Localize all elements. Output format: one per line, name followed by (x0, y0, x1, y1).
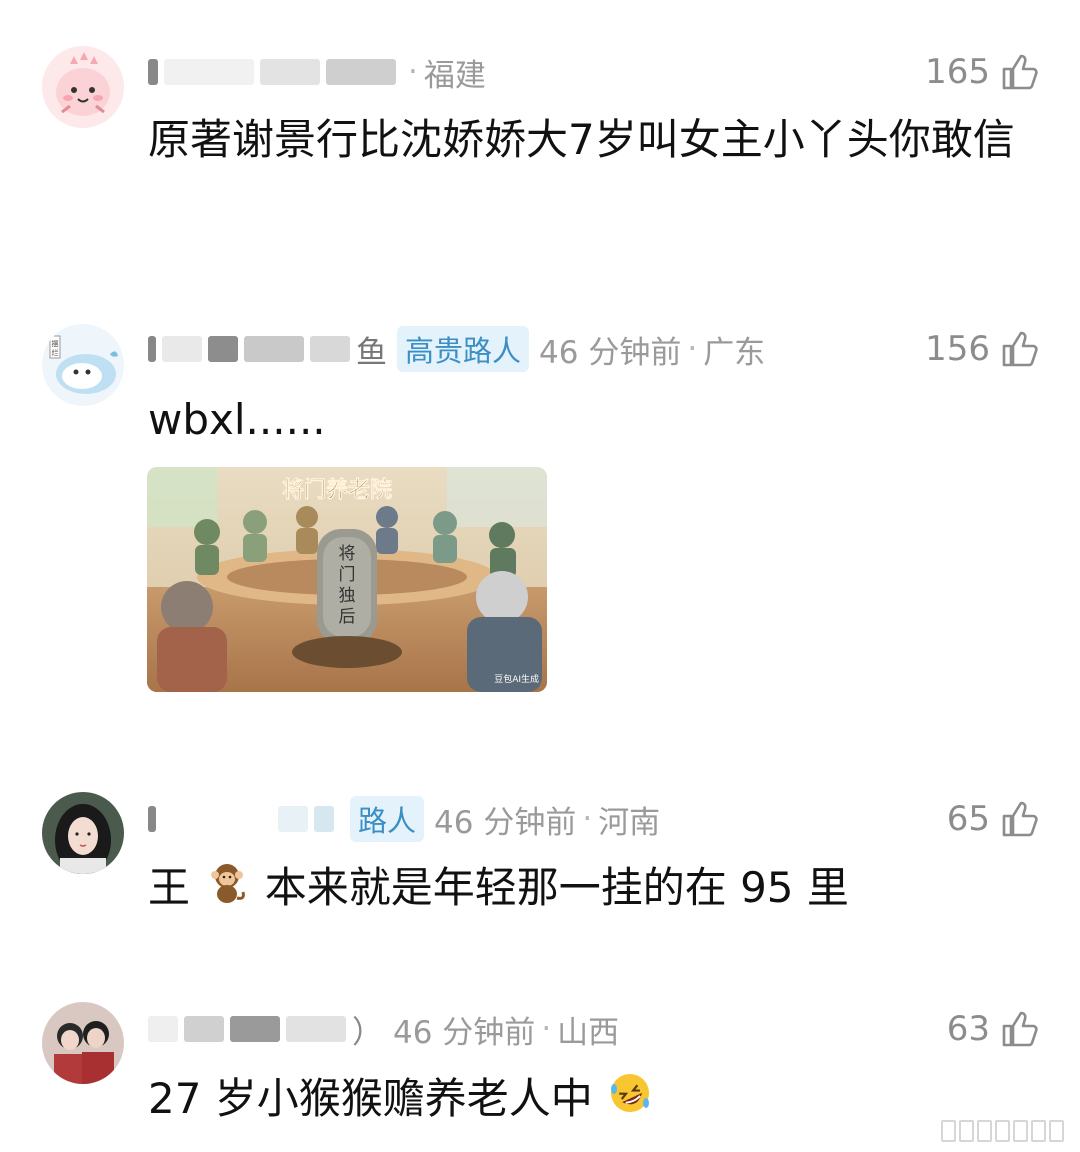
timestamp: 46 分钟前 (539, 334, 682, 371)
rofl-icon (606, 1069, 654, 1135)
blurred-name (230, 1016, 280, 1042)
avatar-image (42, 1002, 124, 1084)
blurred-name (326, 59, 396, 85)
monkey-icon (203, 858, 251, 924)
separator-dot: · (541, 1011, 552, 1047)
comment-meta: 鱼 高贵路人 46 分钟前 · 广东 (148, 326, 766, 372)
svg-text:烂: 烂 (52, 348, 59, 357)
username[interactable] (148, 806, 340, 832)
separator-dot: · (408, 54, 418, 90)
username[interactable]: 鱼 (148, 327, 387, 372)
username[interactable] (148, 59, 402, 85)
avatar-image: 摆 烂 (42, 324, 124, 406)
like-button[interactable]: 65 (947, 797, 1040, 841)
like-button[interactable]: 165 (925, 50, 1040, 94)
image-title: 将门养老院 (282, 477, 392, 503)
comment-meta: · 福建 (148, 50, 486, 94)
like-count: 65 (946, 799, 990, 839)
blurred-name (244, 336, 304, 362)
like-button[interactable]: 156 (925, 327, 1040, 371)
location: 广东 (703, 334, 766, 371)
text-before-emoji: 王 (148, 863, 191, 912)
watermark-logo (941, 1120, 1064, 1142)
avatar-couple-photo[interactable] (42, 1002, 124, 1084)
blurred-name (278, 806, 308, 832)
blurred-name (260, 59, 320, 85)
separator-dot: · (582, 801, 593, 837)
like-count: 156 (925, 329, 990, 369)
thumbs-up-icon (1002, 54, 1038, 90)
like-count: 63 (946, 1009, 990, 1049)
stone-char: 将 (339, 544, 356, 564)
comment-meta: ） 46 分钟前 · 山西 (148, 1007, 619, 1051)
blurred-name (148, 1016, 178, 1042)
thumbs-up-icon (1002, 331, 1038, 367)
blurred-name (286, 1016, 346, 1042)
blurred-name (148, 59, 158, 85)
avatar-image (42, 46, 124, 128)
avatar-girl-photo[interactable] (42, 792, 124, 874)
comment-text: 27 岁小猴猴赡养老人中 (148, 1067, 1028, 1135)
like-count: 165 (925, 52, 990, 92)
user-badge: 路人 (350, 796, 425, 842)
location: 山西 (557, 1014, 620, 1051)
avatar-blue-fish[interactable]: 摆 烂 (42, 324, 124, 406)
blurred-name (208, 336, 238, 362)
blurred-name (310, 336, 350, 362)
blurred-name (314, 806, 334, 832)
username-visible: ） (352, 1014, 383, 1051)
comment-meta: 路人 46 分钟前 · 河南 (148, 796, 661, 842)
location: 福建 (423, 57, 486, 94)
separator-dot: · (687, 331, 698, 367)
blurred-name (164, 59, 254, 85)
comment-text: wbxl...... (148, 395, 326, 444)
svg-text:摆: 摆 (52, 339, 59, 348)
comment-text-content: 27 岁小猴猴赡养老人中 (148, 1074, 593, 1123)
username[interactable]: ） (148, 1007, 383, 1052)
blurred-name (148, 336, 156, 362)
location: 河南 (598, 804, 661, 841)
timestamp: 46 分钟前 (393, 1014, 536, 1051)
stone-char: 独 (339, 586, 356, 606)
avatar-image (42, 792, 124, 874)
comment-text: 王 本来就是年轻那一挂的在 95 里 (148, 856, 1028, 924)
user-badge: 高贵路人 (397, 326, 530, 372)
blurred-name (162, 806, 272, 832)
stone-char: 后 (339, 607, 356, 627)
blurred-name (184, 1016, 224, 1042)
username-visible: 鱼 (356, 334, 387, 371)
ai-watermark: 豆包AI生成 (494, 673, 539, 685)
like-button[interactable]: 63 (947, 1007, 1040, 1051)
nursing-home-illustration: 将 门 独 后 将门养老院 豆包AI生成 (147, 467, 547, 692)
blurred-name (162, 336, 202, 362)
avatar-pink-dino[interactable] (42, 46, 124, 128)
blurred-name (148, 806, 156, 832)
comment-image[interactable]: 将 门 独 后 将门养老院 豆包AI生成 (147, 467, 547, 692)
thumbs-up-icon (1002, 801, 1038, 837)
timestamp: 46 分钟前 (434, 804, 577, 841)
comment-text: 原著谢景行比沈娇娇大7岁叫女主小丫头你敢信 (148, 115, 1015, 164)
thumbs-up-icon (1002, 1011, 1038, 1047)
stone-char: 门 (339, 565, 356, 585)
text-after-emoji: 本来就是年轻那一挂的在 95 里 (264, 863, 849, 912)
